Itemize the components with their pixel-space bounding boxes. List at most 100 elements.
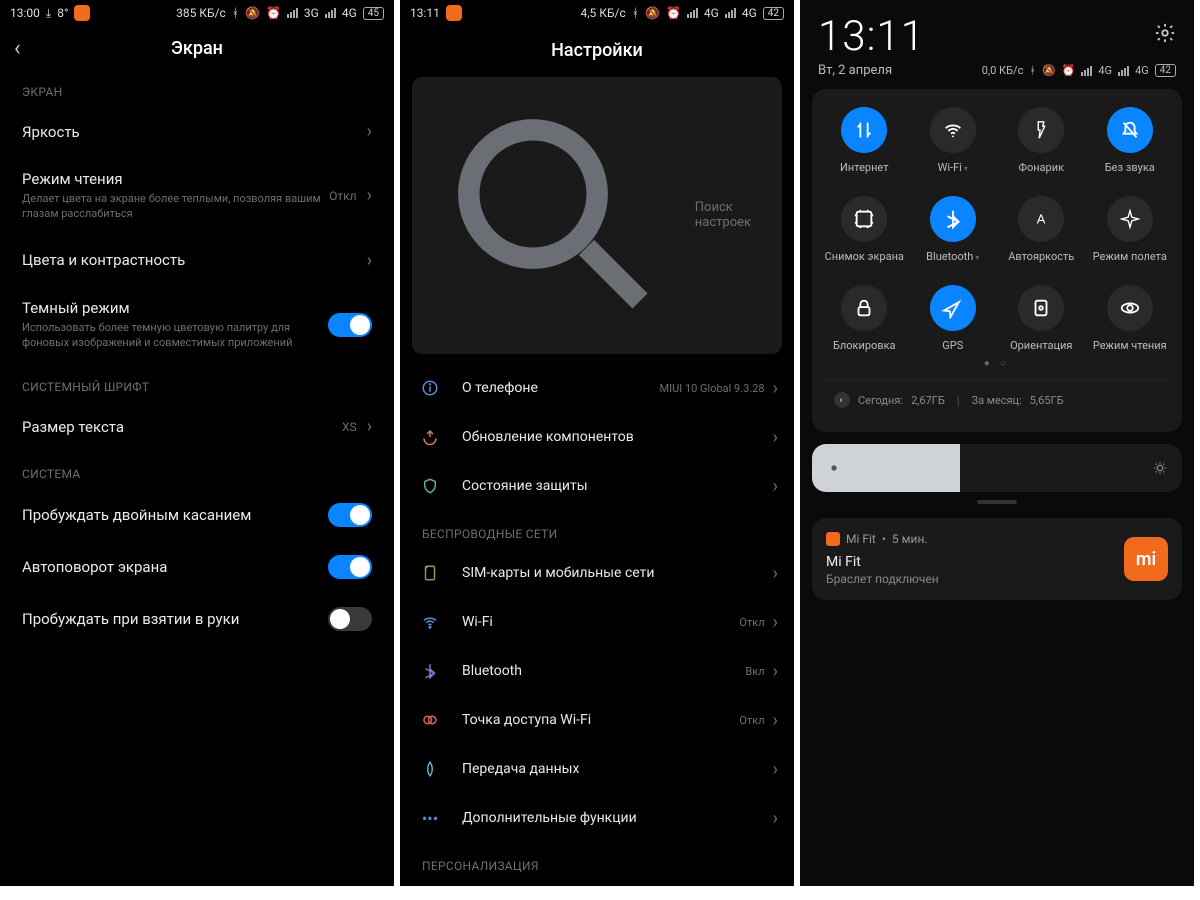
net1-label: 4G bbox=[704, 6, 719, 20]
download-icon: ⤓ bbox=[46, 6, 51, 21]
chevron-icon: › bbox=[773, 710, 778, 731]
row-value: MIUI 10 Global 9.3.28 bbox=[660, 382, 765, 395]
signal-icon bbox=[687, 8, 698, 18]
net1-label: 3G bbox=[304, 6, 319, 20]
alarm-icon: ⏰ bbox=[266, 6, 281, 20]
data-usage-row[interactable]: ◐ Сегодня: 2,67ГБ | За месяц: 5,65ГБ bbox=[820, 379, 1174, 422]
wifi-icon bbox=[930, 107, 976, 153]
status-speed: 4,5 КБ/с bbox=[580, 6, 625, 20]
tile-internet[interactable]: Интернет bbox=[820, 107, 909, 174]
tile-silent[interactable]: Без звука bbox=[1086, 107, 1175, 174]
app-icon bbox=[446, 5, 462, 21]
row-colors[interactable]: Цвета и контрастность › bbox=[0, 236, 394, 285]
tile-gps[interactable]: GPS bbox=[909, 285, 998, 352]
chevron-icon: › bbox=[773, 563, 778, 584]
row-label: О телефоне bbox=[462, 380, 660, 396]
tile-wifi[interactable]: Wi-Fi▾ bbox=[909, 107, 998, 174]
chevron-icon: › bbox=[773, 759, 778, 780]
row-label: Цвета и контрастность bbox=[22, 251, 367, 269]
chevron-icon: › bbox=[773, 612, 778, 633]
row-double-tap[interactable]: Пробуждать двойным касанием bbox=[0, 489, 394, 541]
row-wifi[interactable]: Wi-Fi Откл › bbox=[400, 598, 794, 647]
chevron-icon: › bbox=[367, 250, 372, 271]
tile-bluetooth[interactable]: Bluetooth▾ bbox=[909, 196, 998, 263]
toggle-raise-to-wake[interactable] bbox=[328, 607, 372, 631]
battery-badge: 42 bbox=[763, 7, 784, 20]
notification-card[interactable]: Mi Fit • 5 мин. Mi Fit Браслет подключен… bbox=[812, 518, 1182, 600]
tile-airplane[interactable]: Режим полета bbox=[1086, 196, 1175, 263]
shade-handle[interactable] bbox=[977, 500, 1017, 504]
bluetooth-icon bbox=[930, 196, 976, 242]
update-icon bbox=[416, 428, 444, 446]
row-system-update[interactable]: Обновление компонентов › bbox=[400, 413, 794, 462]
row-hotspot[interactable]: Точка доступа Wi-Fi Откл › bbox=[400, 696, 794, 745]
section-font: СИСТЕМНЫЙ ШРИФТ bbox=[0, 364, 394, 402]
usage-icon: ◐ bbox=[834, 392, 850, 408]
status-bar: 13:11 4,5 КБ/с ᚼ 🔕 ⏰ 4G 4G 42 bbox=[400, 0, 794, 26]
row-label: Обновление компонентов bbox=[462, 429, 773, 445]
tile-screenshot[interactable]: Снимок экрана bbox=[820, 196, 909, 263]
tile-lock[interactable]: Блокировка bbox=[820, 285, 909, 352]
row-sim[interactable]: SIM-карты и мобильные сети › bbox=[400, 549, 794, 598]
tile-label: Режим чтения bbox=[1093, 339, 1167, 352]
info-icon bbox=[416, 379, 444, 397]
row-label: Bluetooth bbox=[462, 663, 745, 679]
brightness-slider[interactable] bbox=[812, 444, 1182, 492]
sim-icon bbox=[416, 564, 444, 582]
row-brightness[interactable]: Яркость › bbox=[0, 107, 394, 156]
status-bar: 13:00 ⤓ 8° 385 КБ/с ᚼ 🔕 ⏰ 3G 4G 45 bbox=[0, 0, 394, 26]
battery-badge: 42 bbox=[1155, 64, 1176, 77]
chevron-icon: › bbox=[367, 185, 372, 206]
row-bluetooth[interactable]: Bluetooth Вкл › bbox=[400, 647, 794, 696]
net2-label: 4G bbox=[1135, 64, 1149, 77]
row-value: Вкл bbox=[745, 665, 764, 678]
battery-badge: 45 bbox=[363, 7, 384, 20]
row-label: Размер текста bbox=[22, 418, 342, 436]
row-raise-to-wake[interactable]: Пробуждать при взятии в руки bbox=[0, 593, 394, 645]
settings-button[interactable] bbox=[1154, 22, 1176, 48]
tile-label: Автояркость bbox=[1008, 250, 1074, 263]
chevron-icon: › bbox=[773, 661, 778, 682]
search-input[interactable]: Поиск настроек bbox=[412, 77, 782, 354]
tile-autobright[interactable]: A Автояркость bbox=[997, 196, 1086, 263]
gps-icon bbox=[930, 285, 976, 331]
phone-display-settings: 13:00 ⤓ 8° 385 КБ/с ᚼ 🔕 ⏰ 3G 4G 45 ‹ Экр… bbox=[0, 0, 394, 886]
tile-label: Без звука bbox=[1105, 161, 1155, 174]
row-value: Откл bbox=[739, 714, 764, 727]
tile-torch[interactable]: Фонарик bbox=[997, 107, 1086, 174]
row-dark-mode[interactable]: Темный режим Использовать более темную ц… bbox=[0, 285, 394, 365]
row-reading-mode[interactable]: Режим чтения Делает цвета на экране боле… bbox=[0, 156, 394, 236]
toggle-double-tap[interactable] bbox=[328, 503, 372, 527]
clock: 13:11 bbox=[818, 12, 925, 61]
usage-today-label: Сегодня: bbox=[858, 394, 903, 407]
notif-body: Браслет подключен bbox=[826, 572, 1114, 586]
section-screen: ЭКРАН bbox=[0, 69, 394, 107]
bluetooth-icon: ᚼ bbox=[1029, 64, 1036, 77]
row-more[interactable]: ••• Дополнительные функции › bbox=[400, 794, 794, 843]
row-label: Яркость bbox=[22, 123, 367, 141]
row-value: Откл bbox=[329, 189, 356, 203]
shield-icon bbox=[416, 477, 444, 495]
row-value: XS bbox=[342, 420, 357, 434]
row-text-size[interactable]: Размер текста XS › bbox=[0, 402, 394, 451]
quick-tiles-card: ИнтернетWi-Fi▾ Фонарик Без звука Снимок экр… bbox=[812, 89, 1182, 432]
svg-text:A: A bbox=[1037, 212, 1046, 227]
more-icon: ••• bbox=[416, 809, 444, 828]
status-time: 13:11 bbox=[410, 6, 440, 20]
row-about-phone[interactable]: О телефоне MIUI 10 Global 9.3.28 › bbox=[400, 364, 794, 413]
tile-orientation[interactable]: Ориентация bbox=[997, 285, 1086, 352]
tile-reading[interactable]: Режим чтения bbox=[1086, 285, 1175, 352]
hotspot-icon bbox=[416, 711, 444, 729]
toggle-dark-mode[interactable] bbox=[328, 313, 372, 337]
row-security-status[interactable]: Состояние защиты › bbox=[400, 462, 794, 511]
row-auto-rotate[interactable]: Автоповорот экрана bbox=[0, 541, 394, 593]
tile-label: Фонарик bbox=[1018, 161, 1064, 174]
row-data-usage[interactable]: Передача данных › bbox=[400, 745, 794, 794]
toggle-auto-rotate[interactable] bbox=[328, 555, 372, 579]
row-display[interactable]: Экран › bbox=[400, 881, 794, 886]
signal-icon bbox=[1081, 66, 1092, 76]
section-personalization: ПЕРСОНАЛИЗАЦИЯ bbox=[400, 843, 794, 881]
app-icon bbox=[826, 532, 840, 546]
orientation-icon bbox=[1018, 285, 1064, 331]
page-indicator[interactable]: ● ○ bbox=[820, 352, 1174, 379]
